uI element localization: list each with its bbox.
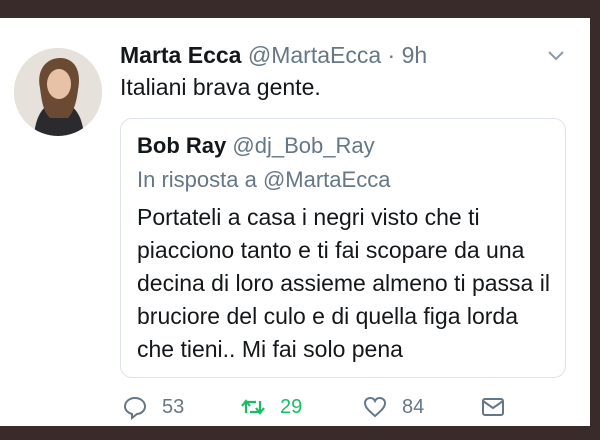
quoted-tweet[interactable]: Bob Ray @dj_Bob_Ray In risposta a @Marta… — [120, 118, 566, 378]
quoted-text: Portateli a casa i negri visto che ti pi… — [137, 204, 550, 362]
envelope-icon — [482, 398, 504, 416]
reply-button[interactable]: 53 — [122, 394, 184, 420]
avatar[interactable] — [14, 48, 102, 136]
tweet-header: Marta Ecca @MartaEcca · 9h — [120, 42, 427, 69]
quoted-author-handle[interactable]: @dj_Bob_Ray — [232, 133, 374, 158]
author-name[interactable]: Marta Ecca — [120, 42, 241, 68]
reply-prefix: In risposta a — [137, 167, 263, 192]
retweet-count: 29 — [280, 395, 303, 418]
tweet-time[interactable]: 9h — [402, 42, 428, 68]
tweet-card: Marta Ecca @MartaEcca · 9h Italiani brav… — [0, 18, 590, 426]
author-handle[interactable]: @MartaEcca — [248, 42, 381, 68]
message-button[interactable] — [480, 394, 520, 420]
reply-icon — [123, 396, 147, 420]
reply-count: 53 — [162, 395, 185, 418]
tweet-text: Italiani brava gente. — [120, 74, 321, 100]
quoted-header: Bob Ray @dj_Bob_Ray — [137, 133, 375, 159]
chevron-down-icon[interactable] — [546, 46, 566, 66]
reply-context: In risposta a @MartaEcca — [137, 167, 390, 193]
heart-icon — [363, 396, 387, 418]
like-count: 84 — [402, 395, 425, 418]
retweet-button[interactable]: 29 — [240, 394, 302, 420]
quoted-author-name[interactable]: Bob Ray — [137, 133, 226, 158]
reply-mention[interactable]: @MartaEcca — [263, 167, 390, 192]
action-bar: 53 29 84 — [120, 394, 520, 424]
separator: · — [381, 42, 402, 68]
retweet-icon — [241, 399, 265, 415]
like-button[interactable]: 84 — [362, 394, 424, 420]
avatar-photo — [14, 48, 102, 136]
